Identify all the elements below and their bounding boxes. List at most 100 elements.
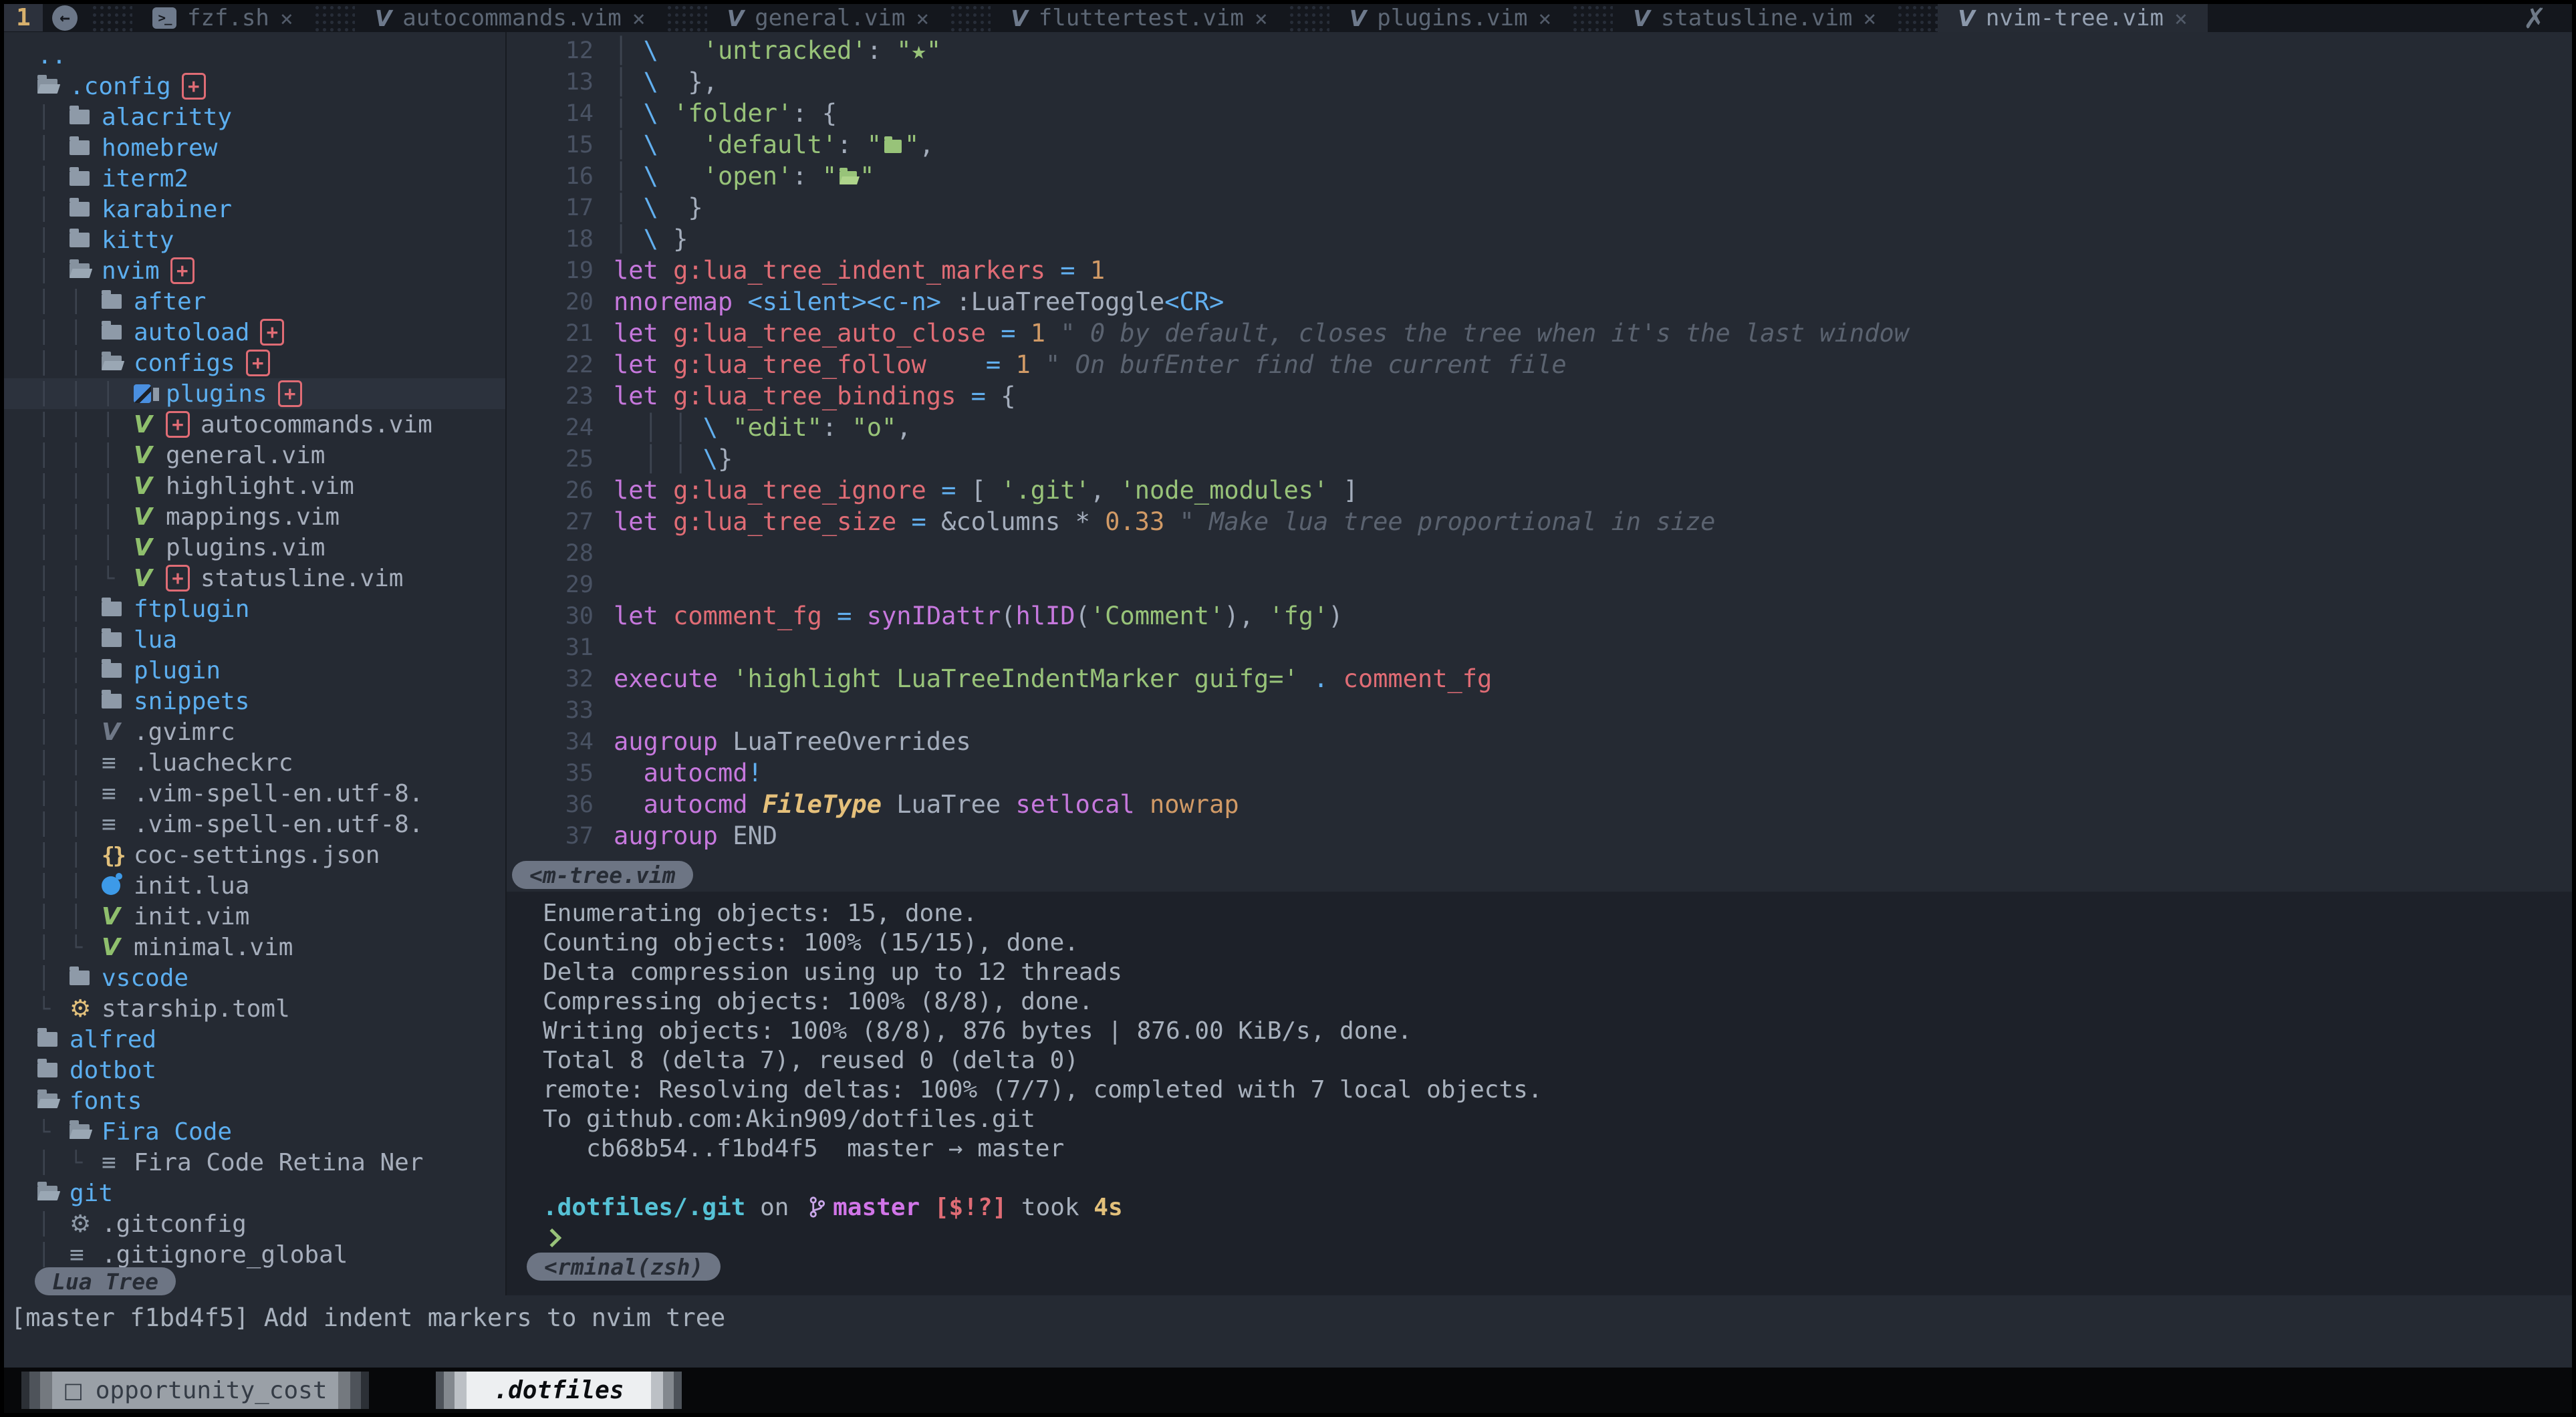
tree-item-fonts[interactable]: fonts	[4, 1085, 505, 1116]
tree-item-label: Fira Code	[102, 1118, 232, 1146]
token	[658, 162, 703, 190]
prompt-caret-line	[543, 1223, 2572, 1253]
tree-item-plugins.vim[interactable]: │││Vplugins.vim	[4, 532, 505, 563]
tree-item-nvim[interactable]: │nvim+	[4, 255, 505, 286]
folder-icon	[70, 110, 102, 124]
tree-item-.luacheckrc[interactable]: ││≡.luacheckrc	[4, 747, 505, 778]
tree-item-alacritty[interactable]: │alacritty	[4, 102, 505, 132]
tree-item-dotbot[interactable]: dotbot	[4, 1055, 505, 1085]
tree-item-ftplugin[interactable]: ││ftplugin	[4, 594, 505, 624]
tree-item-.gvimrc[interactable]: ││V.gvimrc	[4, 717, 505, 747]
tmux-status-bar: □opportunity_cost .dotfiles	[4, 1368, 2572, 1413]
tree-item-alfred[interactable]: alfred	[4, 1024, 505, 1055]
tree-item-Fira-Code-Retina-Ner[interactable]: │└≡Fira Code Retina Ner	[4, 1147, 505, 1178]
tree-item-highlight.vim[interactable]: │││Vhighlight.vim	[4, 471, 505, 501]
tree-item-init.vim[interactable]: ││Vinit.vim	[4, 901, 505, 932]
file-tree-panel[interactable]: ...config+│alacritty│homebrew│iterm2│kar…	[4, 32, 505, 1295]
line-number: 33	[507, 697, 594, 724]
tab-close-icon[interactable]: ×	[1863, 5, 1876, 31]
tmux-window-indicator-1[interactable]: 1	[4, 4, 43, 31]
tab-fzf.sh[interactable]: >_fzf.sh×	[132, 4, 313, 32]
editor-pane[interactable]: 12│ \ 'untracked': "★"13│ \ },14│ \ 'fol…	[505, 32, 2572, 892]
tmux-window-label: opportunity_cost	[96, 1377, 328, 1404]
token: let	[614, 602, 658, 630]
tree-item-label: .config	[70, 73, 171, 100]
tree-item-Fira-Code[interactable]: └Fira Code	[4, 1116, 505, 1147]
tab-separator-pattern	[1288, 4, 1329, 32]
tab-close-icon[interactable]: ×	[280, 5, 293, 31]
tree-item-.gitignore-global[interactable]: │≡.gitignore_global	[4, 1239, 505, 1270]
tree-indent-guide: │	[70, 504, 102, 529]
tree-item-.config[interactable]: .config+	[4, 71, 505, 102]
tab-general.vim[interactable]: Vgeneral.vim×	[707, 4, 950, 32]
prompt-caret-icon	[543, 1229, 561, 1247]
token	[1045, 319, 1060, 348]
tab-close-icon[interactable]: ×	[916, 5, 929, 31]
tab-close-icon[interactable]: ×	[632, 5, 646, 31]
tree-item-homebrew[interactable]: │homebrew	[4, 132, 505, 163]
tree-item-kitty[interactable]: │kitty	[4, 225, 505, 255]
tree-item-git[interactable]: git	[4, 1178, 505, 1208]
tree-item-label: git	[70, 1180, 113, 1207]
tab-nvim-tree.vim[interactable]: Vnvim-tree.vim×	[1938, 4, 2208, 32]
tree-item-configs[interactable]: ││configs+	[4, 348, 505, 378]
token: 0.33	[1105, 507, 1164, 536]
tree-item-plugin[interactable]: ││plugin	[4, 655, 505, 686]
tab-plugins.vim[interactable]: Vplugins.vim×	[1329, 4, 1572, 32]
tmux-window-.dotfiles[interactable]: .dotfiles	[436, 1372, 682, 1409]
tree-item-autocommands.vim[interactable]: │││V+autocommands.vim	[4, 409, 505, 440]
tree-item-after[interactable]: ││after	[4, 286, 505, 317]
tab-close-icon[interactable]: ×	[1538, 5, 1551, 31]
tree-item-snippets[interactable]: ││snippets	[4, 686, 505, 717]
tab-autocommands.vim[interactable]: Vautocommands.vim×	[355, 4, 666, 32]
tree-indent-guide: │	[37, 934, 70, 960]
token: =	[837, 602, 852, 630]
tab-fluttertest.vim[interactable]: Vfluttertest.vim×	[991, 4, 1287, 32]
tab-statusline.vim[interactable]: Vstatusline.vim×	[1613, 4, 1896, 32]
tree-item-general.vim[interactable]: │││Vgeneral.vim	[4, 440, 505, 471]
tree-item-.vim-spell-en.utf-8.[interactable]: ││≡.vim-spell-en.utf-8.	[4, 778, 505, 809]
tree-item-init.lua[interactable]: ││init.lua	[4, 870, 505, 901]
vim-icon: V	[134, 534, 166, 561]
tree-item-..[interactable]: ..	[4, 40, 505, 71]
tree-item-lua[interactable]: ││lua	[4, 624, 505, 655]
close-all-icon[interactable]: ✗	[2523, 4, 2547, 32]
tab-bar: 12 ← >_fzf.sh×Vautocommands.vim×Vgeneral…	[4, 4, 2572, 32]
tree-item-plugins[interactable]: │││plugins+	[4, 378, 505, 409]
back-arrow-icon[interactable]: ←	[52, 5, 78, 31]
vim-icon: V	[1011, 5, 1028, 31]
tree-item-autoload[interactable]: ││autoload+	[4, 317, 505, 348]
code-line: 37augroup END	[507, 820, 2572, 852]
tree-item-vscode[interactable]: │vscode	[4, 962, 505, 993]
tree-indent-guide: │	[37, 319, 70, 345]
code-line: 26let g:lua_tree_ignore = [ '.git', 'nod…	[507, 475, 2572, 506]
tree-indent-guide: │	[37, 627, 70, 652]
tmux-window-opportunity-cost[interactable]: □opportunity_cost	[21, 1372, 369, 1409]
tree-indent-guide: │	[37, 197, 70, 222]
tree-indent-guide: │	[70, 319, 102, 345]
tree-item-coc-settings.json[interactable]: ││{}coc-settings.json	[4, 840, 505, 870]
tree-indent-guide: │	[37, 442, 70, 468]
token: \	[644, 162, 658, 190]
tree-item-.vim-spell-en.utf-8.[interactable]: ││≡.vim-spell-en.utf-8.	[4, 809, 505, 840]
tree-item-starship.toml[interactable]: └⚙starship.toml	[4, 993, 505, 1024]
tree-item-iterm2[interactable]: │iterm2	[4, 163, 505, 194]
tree-item-statusline.vim[interactable]: ││└V+statusline.vim	[4, 563, 505, 594]
tree-indent-guide: │	[37, 166, 70, 191]
tree-item-.gitconfig[interactable]: │⚙.gitconfig	[4, 1208, 505, 1239]
token: =	[1001, 319, 1015, 348]
token	[926, 476, 941, 505]
tree-indent-guide: │	[70, 719, 102, 745]
tree-item-mappings.vim[interactable]: │││Vmappings.vim	[4, 501, 505, 532]
tree-item-karabiner[interactable]: │karabiner	[4, 194, 505, 225]
terminal-pane[interactable]: Enumerating objects: 15, done.Counting o…	[505, 892, 2572, 1295]
tab-close-icon[interactable]: ×	[2174, 5, 2188, 31]
tab-close-icon[interactable]: ×	[1255, 5, 1268, 31]
tree-item-minimal.vim[interactable]: │└Vminimal.vim	[4, 932, 505, 962]
folder-icon	[102, 632, 134, 647]
folder-icon	[37, 1032, 70, 1047]
code-text: │ \ },	[594, 68, 718, 96]
plugins-icon	[134, 384, 166, 403]
token	[658, 602, 673, 630]
folder-open-glyph-icon	[840, 171, 857, 184]
